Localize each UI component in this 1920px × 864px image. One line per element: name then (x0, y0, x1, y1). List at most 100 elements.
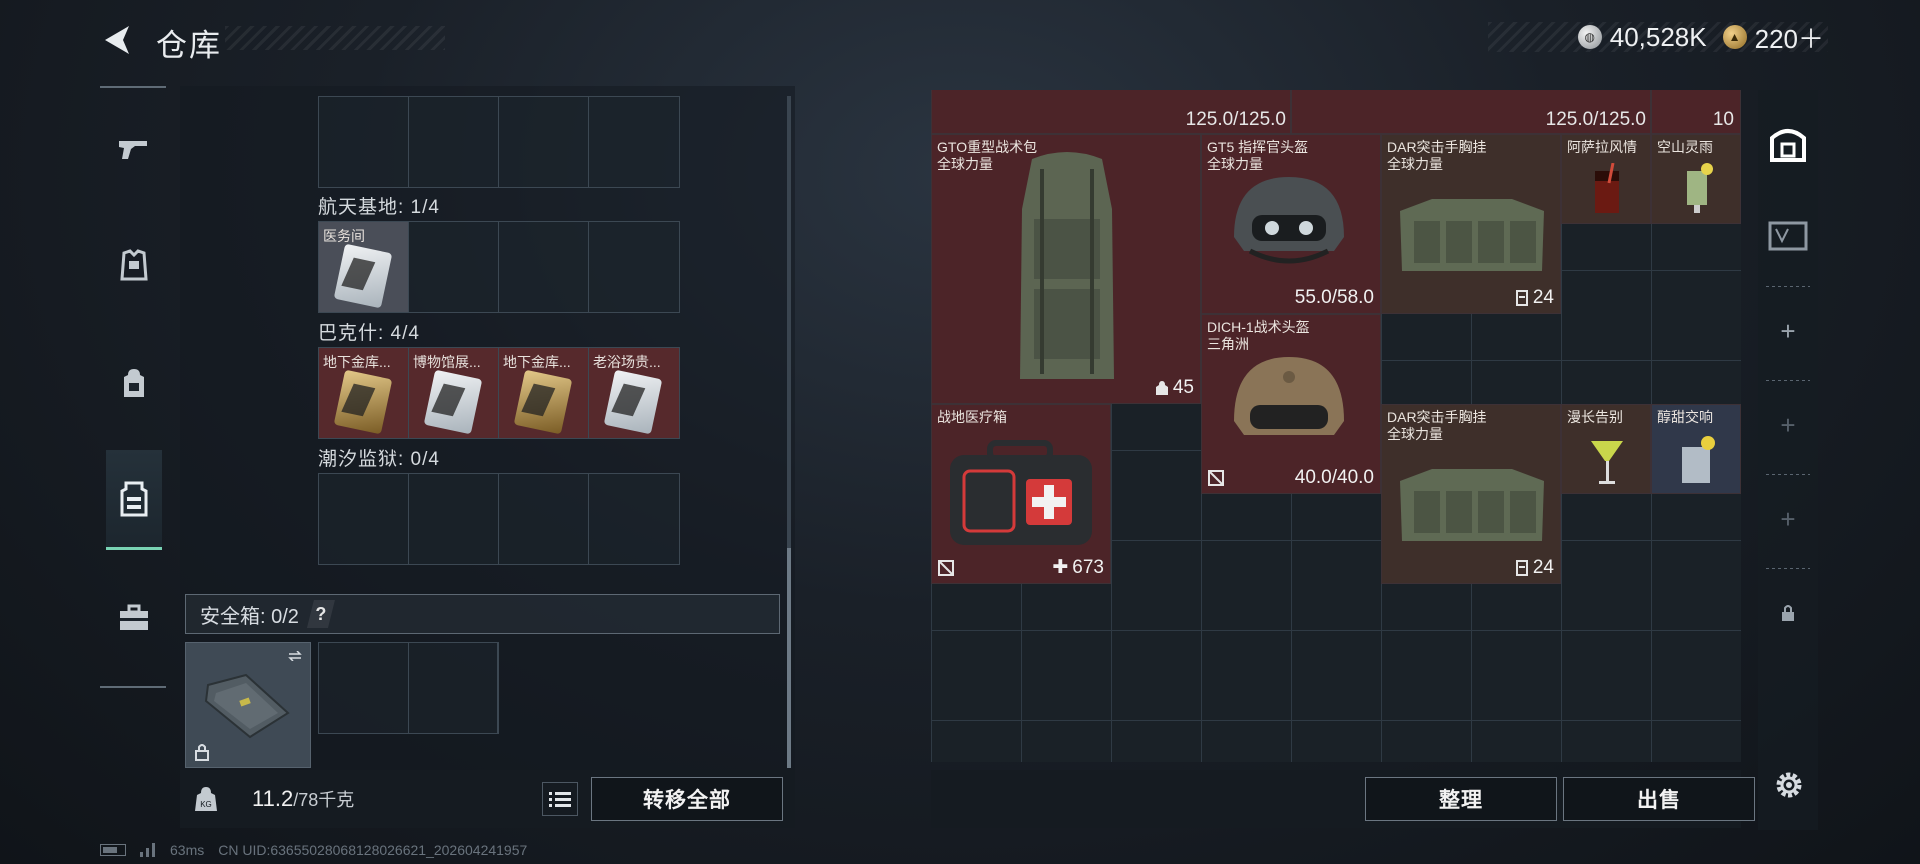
item-name: 空山灵雨 (1657, 139, 1713, 155)
cocktail-image (1687, 163, 1713, 213)
settings-button[interactable] (1764, 760, 1814, 810)
backpack-image (1020, 152, 1114, 379)
gear-icon (1776, 772, 1802, 798)
grid-slot[interactable] (589, 97, 679, 187)
add-stash-page-button[interactable]: + (1758, 380, 1818, 470)
list-view-button[interactable] (542, 782, 578, 816)
list-icon (549, 792, 571, 807)
safe-box-empty-slots (318, 642, 499, 734)
keycard-icon (423, 369, 483, 435)
helmet-image (1234, 177, 1344, 264)
collection-item[interactable]: 地下金库... (499, 348, 589, 438)
grid-slot[interactable] (319, 474, 409, 564)
grid-slot[interactable] (499, 222, 589, 312)
item-name: 醇甜交响 (1657, 409, 1713, 425)
stash-item-partial[interactable]: 125.0/125.0 (1291, 90, 1651, 134)
nav-case[interactable] (106, 568, 162, 668)
grid-slot[interactable] (319, 643, 409, 733)
drink-image (1682, 436, 1715, 483)
durability-value: 125.0/125.0 (1545, 109, 1646, 130)
grid-slot[interactable] (499, 474, 589, 564)
stash-case-icon (1768, 221, 1808, 251)
right-footer: 整理 出售 (931, 770, 1755, 828)
item-capacity: 24 (1515, 557, 1554, 579)
back-button[interactable] (98, 20, 138, 60)
safe-box-label: 安全箱: 0/2 (200, 605, 299, 628)
item-capacity: 45 (1155, 377, 1194, 399)
item-name: DAR突击手胸挂 全球力量 (1387, 409, 1487, 442)
stash-item-helmet-dich[interactable]: DICH-1战术头盔 三角洲 40.0/40.0 (1201, 314, 1381, 494)
grid-slot[interactable] (589, 222, 679, 312)
svg-text:KG: KG (200, 800, 212, 809)
collection-label-bakesh: 巴克什: 4/4 (318, 323, 420, 344)
stash-item-medkit[interactable]: 战地医疗箱 ✚ 673 (931, 404, 1111, 584)
nav-divider-top (100, 86, 166, 88)
silver-currency[interactable]: ◍ 40,528K (1577, 21, 1707, 53)
collection-item[interactable]: 地下金库... (319, 348, 409, 438)
grid-slot[interactable] (409, 222, 499, 312)
collection-item[interactable]: 博物馆展... (409, 348, 499, 438)
collection-item[interactable]: 老浴场贵... (589, 348, 679, 438)
grid-slot[interactable] (319, 97, 409, 187)
durability-value: 125.0/125.0 (1185, 109, 1286, 130)
stash-item-chest-rig[interactable]: DAR突击手胸挂 全球力量 24 (1381, 404, 1561, 584)
nav-weapons[interactable] (106, 98, 162, 198)
collection-item[interactable]: 医务间 (319, 222, 409, 312)
collection-grid-bakesh: 地下金库... 博物馆展... 地下金库... 老浴场贵... (318, 347, 680, 439)
chest-rig-icon (120, 481, 148, 516)
item-charges: ✚ 673 (1052, 556, 1104, 579)
stash-item-partial[interactable]: 125.0/125.0 (931, 90, 1291, 134)
stash-item-drink[interactable]: 醇甜交响 (1651, 404, 1741, 494)
stash-item-partial[interactable]: 10 (1651, 90, 1741, 134)
safe-box-icon (204, 673, 290, 739)
grid-slot[interactable] (589, 474, 679, 564)
sell-button[interactable]: 出售 (1563, 777, 1755, 821)
nav-divider-bottom (100, 686, 166, 688)
plus-icon: + (1780, 409, 1796, 440)
help-button[interactable]: ? (306, 600, 335, 628)
stash-item-drink[interactable]: 漫长告别 (1561, 404, 1651, 494)
nav-armor[interactable] (106, 216, 162, 316)
back-arrow-icon (105, 26, 129, 54)
nav-backpack[interactable] (106, 334, 162, 434)
lock-icon (195, 744, 209, 761)
left-scrollbar-thumb[interactable] (787, 548, 791, 768)
grid-slot[interactable] (409, 474, 499, 564)
item-name: 阿萨拉风情 (1567, 139, 1637, 155)
collection-grid-aerospace: 医务间 (318, 221, 680, 313)
stash-item-drink[interactable]: 阿萨拉风情 (1561, 134, 1651, 224)
stash-item-chest-rig[interactable]: DAR突击手胸挂 全球力量 24 (1381, 134, 1561, 314)
item-name: 漫长告别 (1567, 409, 1623, 425)
chest-rig-image (1400, 199, 1544, 271)
current-weight: 11.2 (252, 786, 294, 811)
stash-page-2[interactable] (1758, 190, 1818, 280)
locked-stash-page[interactable] (1758, 568, 1818, 658)
medkit-image (950, 440, 1092, 545)
battery-icon (100, 844, 126, 856)
title-decoration (225, 26, 445, 50)
gold-amount: 220＋ (1754, 23, 1824, 54)
transfer-all-button[interactable]: 转移全部 (591, 777, 783, 821)
item-name: 老浴场贵... (593, 354, 661, 370)
collection-grid-empty-top (318, 96, 680, 188)
grid-slot[interactable] (408, 643, 498, 733)
stash-page-main[interactable] (1758, 98, 1818, 188)
stash-item-backpack[interactable]: GTO重型战术包 全球力量 45 (931, 134, 1201, 404)
nav-chest-rig[interactable] (106, 450, 162, 550)
unlocked-icon (938, 560, 954, 576)
swap-icon[interactable] (288, 651, 302, 661)
plus-icon: + (1780, 503, 1796, 534)
safe-box-slot[interactable] (185, 642, 311, 768)
cocktail-image (1591, 441, 1623, 484)
armor-icon (120, 249, 148, 281)
stack-count: 10 (1712, 109, 1734, 130)
gold-currency[interactable]: ▲ 220＋ (1722, 19, 1824, 56)
add-stash-page-button[interactable]: + (1758, 474, 1818, 564)
organize-button[interactable]: 整理 (1365, 777, 1557, 821)
stash-item-helmet-gt5[interactable]: GT5 指挥官头盔 全球力量 55.0/58.0 (1201, 134, 1381, 314)
silver-amount: 40,528K (1609, 21, 1707, 52)
add-stash-page-button[interactable]: + (1758, 286, 1818, 376)
stash-item-drink[interactable]: 空山灵雨 (1651, 134, 1741, 224)
grid-slot[interactable] (499, 97, 589, 187)
grid-slot[interactable] (409, 97, 499, 187)
